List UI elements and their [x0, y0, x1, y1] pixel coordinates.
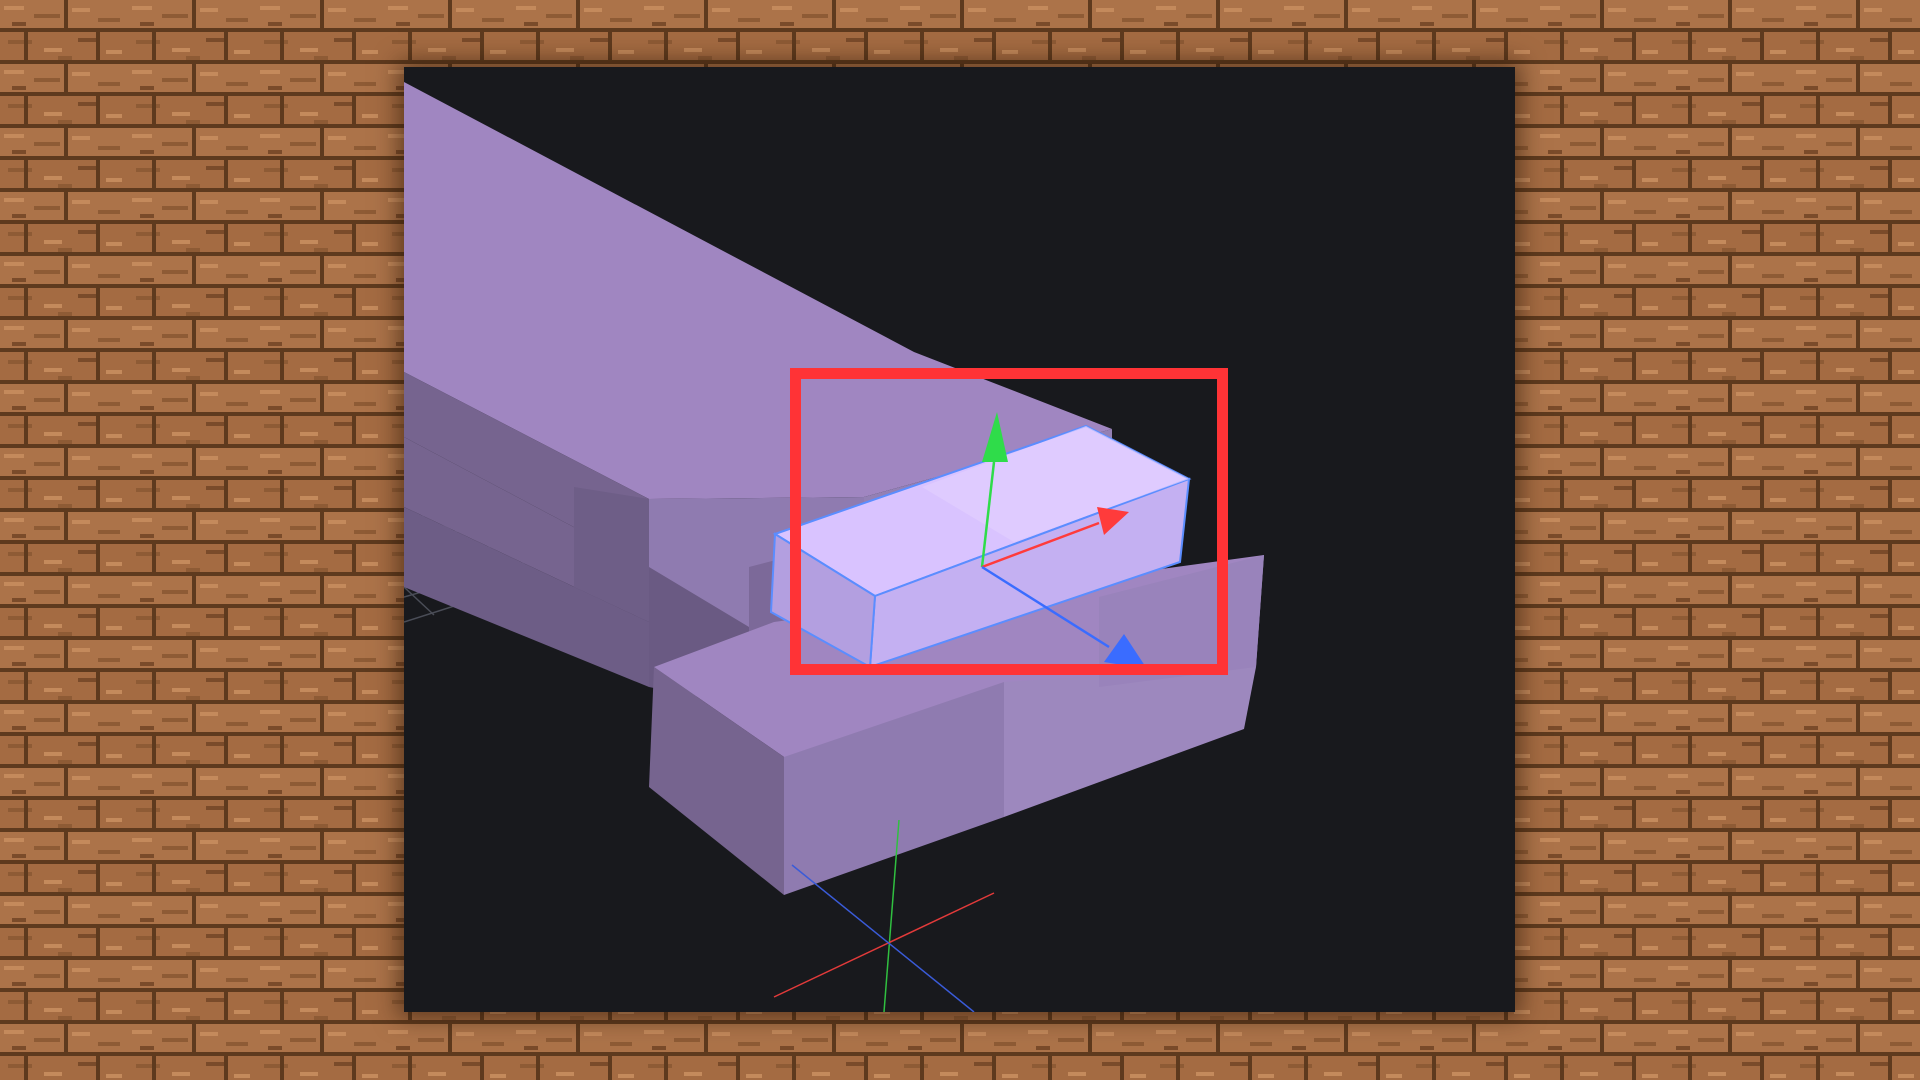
3d-viewport[interactable] — [404, 67, 1515, 1012]
model-scene[interactable] — [404, 67, 1515, 1012]
